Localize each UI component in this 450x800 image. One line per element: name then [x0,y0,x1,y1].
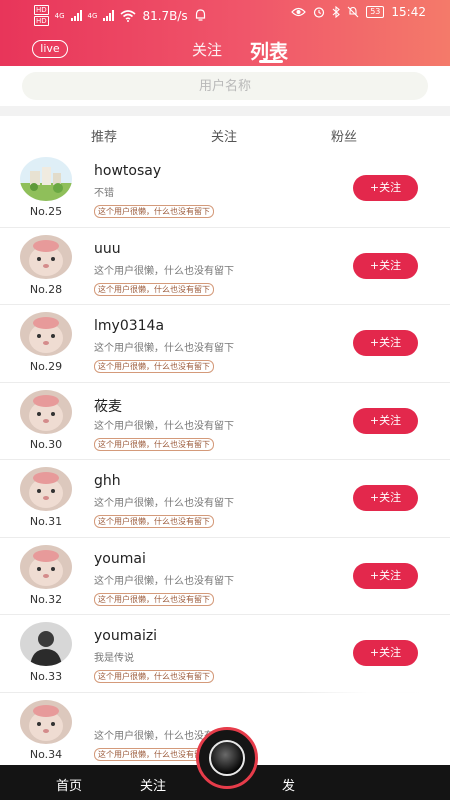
list-item[interactable]: No.30 莜麦 这个用户很懒，什么也没有留下 这个用户很懒，什么也没有留下 +… [0,382,450,460]
rank-label: No.31 [29,515,63,528]
avatar-cat-icon[interactable] [20,699,72,744]
search-input[interactable] [22,72,428,100]
rank-label: No.32 [29,592,63,606]
avatar-cat-icon[interactable] [20,234,72,279]
subtab-follow[interactable]: 关注 [211,126,237,145]
clock: 15:42 [391,5,426,19]
active-tab-indicator [259,60,283,63]
sub-tab-bar: 推荐 关注 粉丝 [0,116,450,150]
nav-follow[interactable]: 关注 [140,775,166,794]
rank-label: No.25 [29,205,63,218]
subtab-fans[interactable]: 粉丝 [331,126,357,145]
notification-icon [195,9,205,21]
search-bar [0,66,450,106]
user-signature: 我是传说 [94,653,134,664]
user-signature: 不错 [94,188,114,199]
mute-icon [347,6,359,18]
user-list: No.25 howtosay 不错 这个用户很懒，什么也没有留下 +关注 No.… [0,150,450,770]
username: youmaizi [94,628,158,644]
tab-follow[interactable]: 关注 [192,39,222,60]
signal-icon [103,10,115,21]
avatar-cat-icon[interactable] [20,544,72,589]
camera-icon [209,740,245,776]
rank-label: No.29 [29,360,63,373]
username: howtosay [94,163,162,179]
nav-home[interactable]: 首页 [56,775,82,794]
rank-label: No.28 [29,282,63,296]
user-signature: 这个用户很懒，什么也没有留下 [94,265,234,277]
list-item[interactable]: No.32 youmai 这个用户很懒，什么也没有留下 这个用户很懒，什么也没有… [0,537,450,615]
rank-label: No.30 [29,437,63,451]
battery-icon: 53 [366,6,385,18]
username: 莜麦 [94,398,122,415]
follow-button[interactable]: +关注 [353,407,418,434]
subtab-recommend[interactable]: 推荐 [91,126,117,145]
eye-icon [291,7,307,17]
follow-button[interactable]: +关注 [353,562,418,589]
username: lmy0314a [94,318,165,334]
avatar-person-icon[interactable] [20,622,72,666]
follow-button[interactable]: +关注 [353,640,418,666]
rank-label: No.34 [29,747,63,761]
app-header: HD HD 4G 4G 81.7B/s 53 15:42 live 关注 列表 [0,0,450,66]
bluetooth-icon [332,6,341,18]
alarm-icon [314,7,325,18]
avatar-cat-icon[interactable] [20,312,72,356]
hd-icon: HD [34,5,49,15]
signal-label: 4G [87,11,98,20]
username: ghh [94,473,121,489]
user-signature: 这个用户很懒，什么也没有留下 [94,343,234,354]
user-tag: 这个用户很懒，什么也没有留下 [94,592,214,606]
nav-publish[interactable]: 发 [282,775,295,794]
user-tag: 这个用户很懒，什么也没有留下 [94,515,214,528]
follow-button[interactable]: +关注 [353,175,418,201]
username: uuu [94,240,121,257]
follow-button[interactable]: +关注 [353,485,418,511]
user-tag: 这个用户很懒，什么也没有留下 [94,282,214,296]
avatar-scene-icon[interactable] [20,157,72,201]
user-tag: 这个用户很懒，什么也没有留下 [94,437,214,451]
user-tag: 这个用户很懒，什么也没有留下 [94,205,214,218]
hd-icon: HD [34,16,49,26]
follow-button[interactable]: +关注 [353,330,418,356]
list-item[interactable]: No.29 lmy0314a 这个用户很懒，什么也没有留下 这个用户很懒，什么也… [0,305,450,383]
rank-label: No.33 [29,670,63,683]
user-tag: 这个用户很懒，什么也没有留下 [94,670,214,683]
live-button[interactable]: live [32,40,68,58]
list-item[interactable]: No.31 ghh 这个用户很懒，什么也没有留下 这个用户很懒，什么也没有留下 … [0,460,450,538]
wifi-icon [120,9,136,22]
list-item[interactable]: No.28 uuu 这个用户很懒，什么也没有留下 这个用户很懒，什么也没有留下 … [0,227,450,305]
list-item[interactable]: No.25 howtosay 不错 这个用户很懒，什么也没有留下 +关注 [0,150,450,228]
camera-button[interactable] [196,727,258,789]
signal-label: 4G [54,11,65,20]
follow-button[interactable]: +关注 [353,252,418,279]
user-signature: 这个用户很懒，什么也没有留下 [94,498,234,509]
signal-icon [70,10,82,21]
user-signature: 这个用户很懒，什么也没有留下 [94,420,234,432]
user-tag: 这个用户很懒，什么也没有留下 [94,360,214,373]
list-item[interactable]: No.33 youmaizi 我是传说 这个用户很懒，什么也没有留下 +关注 [0,615,450,693]
user-signature: 这个用户很懒，什么也没有留下 [94,575,234,587]
avatar-cat-icon[interactable] [20,467,72,511]
username: youmai [94,550,146,567]
status-bar: HD HD 4G 4G 81.7B/s 53 15:42 [0,0,450,26]
network-speed: 81.7B/s [142,8,188,23]
avatar-cat-icon[interactable] [20,389,72,434]
